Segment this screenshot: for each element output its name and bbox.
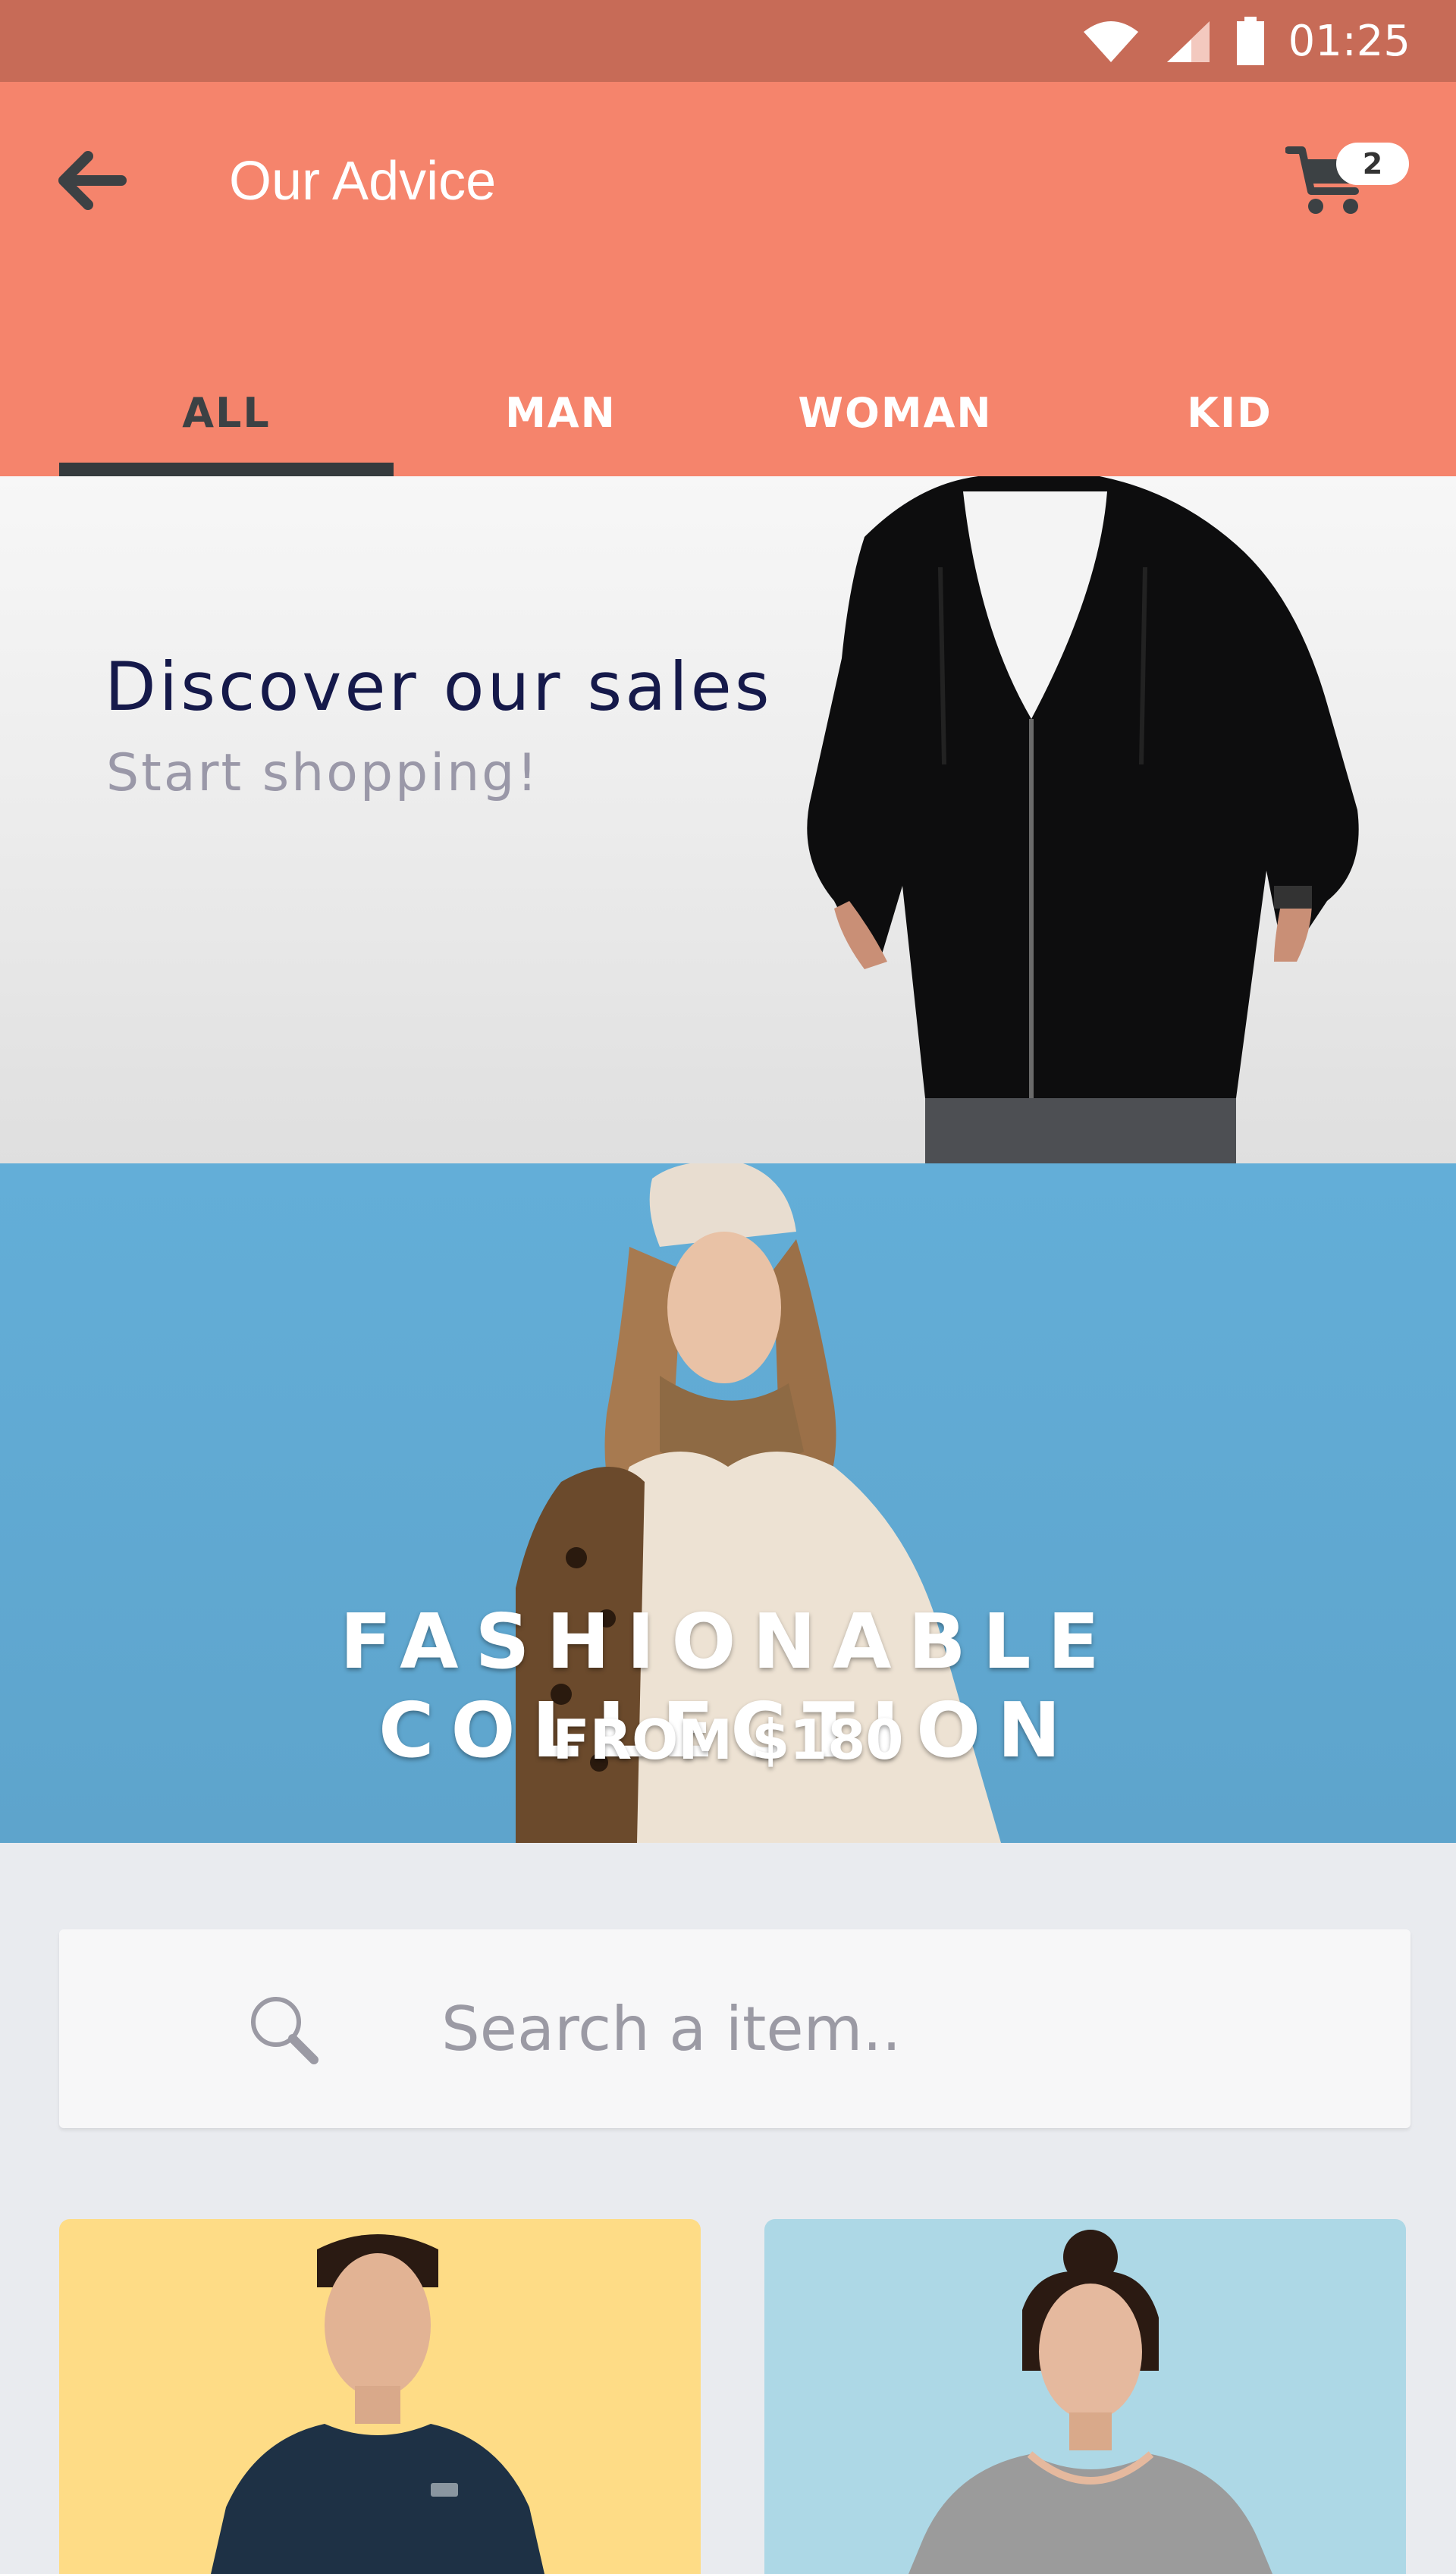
back-arrow-icon <box>58 151 127 210</box>
status-bar: 01:25 <box>0 0 1456 82</box>
cart-count-badge: 2 <box>1336 143 1409 185</box>
cell-signal-icon <box>1166 21 1210 62</box>
category-tabs: ALL MAN WOMAN KID <box>59 349 1397 476</box>
battery-icon <box>1236 17 1264 65</box>
search-bar[interactable] <box>59 1929 1410 2128</box>
status-icons: 01:25 <box>1081 16 1410 66</box>
sales-banner-title: Discover our sales <box>105 648 773 726</box>
sales-banner[interactable]: Discover our sales Start shopping! <box>0 476 1456 1163</box>
tab-man[interactable]: MAN <box>394 349 728 476</box>
app-bar: Our Advice 2 ALL MAN WOMAN KID <box>0 82 1456 476</box>
hoodie-model-image <box>807 476 1359 1163</box>
status-time: 01:25 <box>1288 16 1410 66</box>
man-sweater-product-image <box>211 2234 544 2574</box>
tab-woman[interactable]: WOMAN <box>728 349 1062 476</box>
page-title: Our Advice <box>229 151 497 212</box>
sales-banner-subtitle: Start shopping! <box>106 743 540 803</box>
collection-banner[interactable]: FASHIONABLE COLLECTION FROM $180 <box>0 1163 1456 1843</box>
wifi-icon <box>1083 21 1138 62</box>
product-card[interactable] <box>59 2219 701 2574</box>
product-card[interactable] <box>764 2219 1406 2574</box>
back-button[interactable] <box>53 143 129 218</box>
search-input[interactable] <box>441 1975 1351 2083</box>
collection-banner-price: FROM $180 <box>552 1708 904 1772</box>
tab-kid[interactable]: KID <box>1062 349 1397 476</box>
woman-tshirt-product-image <box>908 2230 1272 2574</box>
search-icon <box>251 1997 318 2064</box>
tab-all[interactable]: ALL <box>59 349 394 476</box>
